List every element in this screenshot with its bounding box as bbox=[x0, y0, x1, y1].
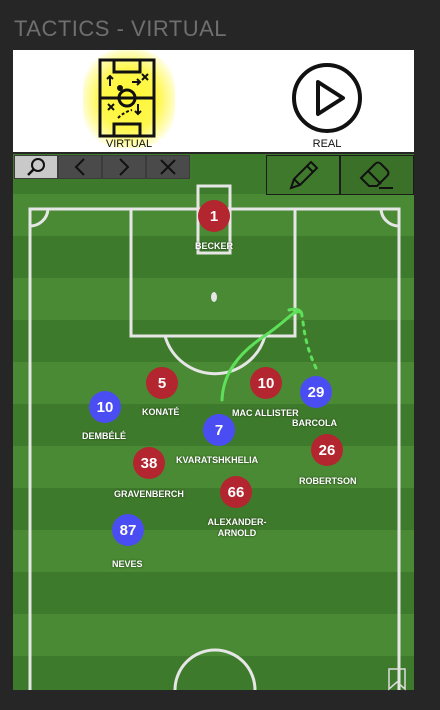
real-mode-button[interactable]: REAL bbox=[283, 50, 371, 152]
player-marker[interactable]: 87 bbox=[112, 514, 144, 546]
chevron-right-icon bbox=[119, 158, 130, 176]
draw-button[interactable] bbox=[266, 155, 340, 195]
chevron-left-icon bbox=[74, 158, 85, 176]
player-name: KVARATSHKHELIA bbox=[176, 455, 259, 465]
tactics-pitch[interactable]: 1 BECKER 5 KONATÉ 10 MAC ALLISTER 29 BAR… bbox=[13, 154, 414, 690]
player-marker[interactable]: 29 bbox=[300, 376, 332, 408]
clear-button[interactable] bbox=[146, 155, 190, 179]
search-icon bbox=[27, 158, 45, 176]
player-marker[interactable]: 26 bbox=[311, 434, 343, 466]
close-icon bbox=[160, 159, 176, 175]
player-marker[interactable]: 5 bbox=[146, 367, 178, 399]
virtual-label: VIRTUAL bbox=[105, 138, 153, 150]
player-marker[interactable]: 1 bbox=[198, 200, 230, 232]
bookmark-button[interactable] bbox=[386, 667, 408, 691]
pencil-icon bbox=[289, 160, 319, 190]
page-title: TACTICS - VIRTUAL bbox=[14, 16, 228, 41]
player-marker[interactable]: 66 bbox=[220, 476, 252, 508]
drawing-tools bbox=[266, 155, 414, 195]
player-name: BARCOLA bbox=[292, 418, 337, 428]
eraser-icon bbox=[359, 161, 393, 189]
tactics-board-icon bbox=[98, 58, 156, 138]
player-marker[interactable]: 38 bbox=[133, 447, 165, 479]
player-name: MAC ALLISTER bbox=[232, 408, 299, 418]
pitch-toolbar bbox=[13, 154, 414, 196]
player-marker[interactable]: 7 bbox=[203, 414, 235, 446]
previous-button[interactable] bbox=[58, 155, 102, 179]
erase-button[interactable] bbox=[340, 155, 414, 195]
player-name: BECKER bbox=[195, 241, 234, 251]
player-marker[interactable]: 10 bbox=[89, 391, 121, 423]
virtual-mode-button[interactable]: VIRTUAL bbox=[75, 50, 183, 152]
player-marker[interactable]: 10 bbox=[250, 367, 282, 399]
player-name: NEVES bbox=[112, 559, 143, 569]
player-name: GRAVENBERCH bbox=[114, 489, 184, 499]
bookmark-icon bbox=[388, 668, 406, 691]
next-button[interactable] bbox=[102, 155, 146, 179]
play-icon bbox=[292, 63, 362, 133]
real-label: REAL bbox=[312, 138, 342, 150]
mode-panel: VIRTUAL REAL bbox=[13, 50, 414, 152]
player-name: ALEXANDER-ARNOLD bbox=[207, 517, 267, 538]
navigation-group bbox=[14, 155, 190, 179]
player-name: ROBERTSON bbox=[299, 476, 357, 486]
player-name: DEMBÉLÉ bbox=[82, 431, 127, 441]
search-button[interactable] bbox=[14, 155, 58, 179]
player-name: KONATÉ bbox=[142, 407, 180, 417]
